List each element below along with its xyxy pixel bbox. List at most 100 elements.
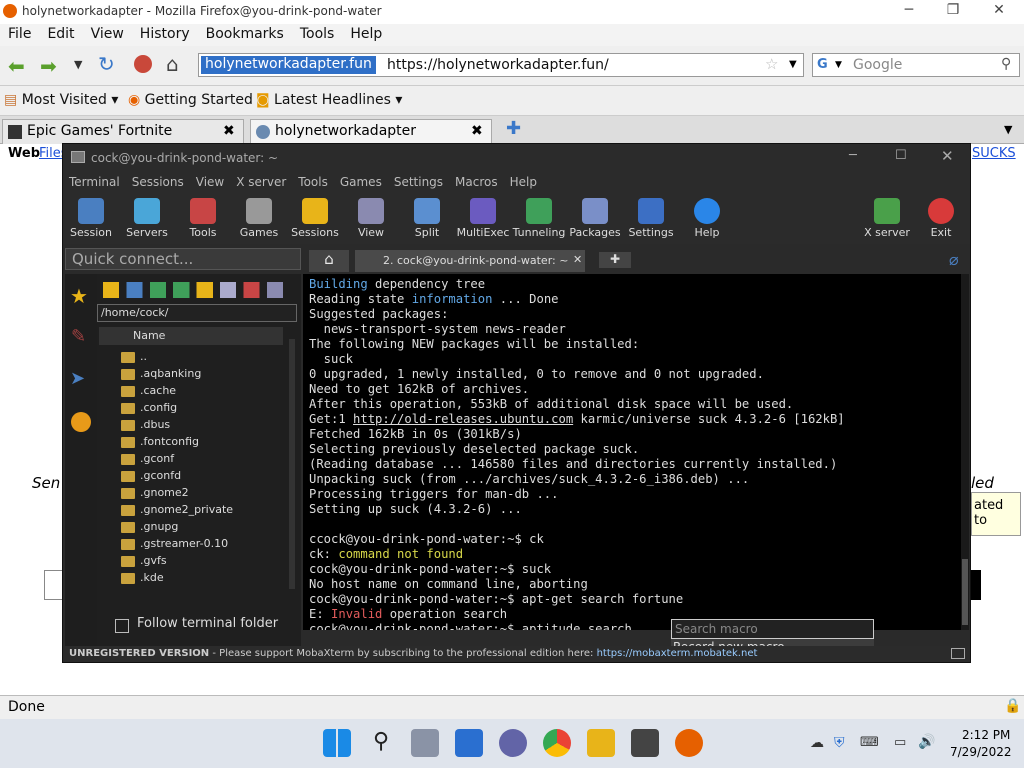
sessions-button[interactable]: Sessions	[287, 194, 343, 239]
new-tab-icon[interactable]: ✚	[506, 118, 521, 139]
terminal-tab-close-icon[interactable]: ✕	[573, 253, 582, 266]
settings-button[interactable]: Settings	[623, 194, 679, 239]
file-item[interactable]: .gstreamer-0.10	[121, 537, 228, 554]
home-tab-icon[interactable]: ⌂	[309, 250, 349, 272]
tools-button[interactable]: Tools	[175, 194, 231, 239]
quick-connect-input[interactable]: Quick connect...	[65, 248, 301, 270]
moba-menu-macros[interactable]: Macros	[449, 172, 504, 189]
back-icon[interactable]: ⬅	[8, 54, 25, 78]
sessions-star-icon[interactable]: ★	[70, 284, 88, 308]
minimize-icon[interactable]: ─	[895, 2, 923, 18]
url-bar[interactable]: holynetworkadapter.fun https://holynetwo…	[198, 53, 804, 77]
split-button[interactable]: Split	[399, 194, 455, 239]
menu-view[interactable]: View	[83, 24, 132, 42]
close-icon[interactable]: ✕	[985, 2, 1013, 18]
moba-menu-sessions[interactable]: Sessions	[126, 172, 190, 189]
moba-menu-help[interactable]: Help	[504, 172, 543, 189]
mobaxterm-taskbar-icon[interactable]	[631, 729, 659, 757]
file-item[interactable]: .config	[121, 401, 177, 418]
sftp-side-icon[interactable]	[71, 412, 91, 432]
multiexec-button[interactable]: MultiExec	[455, 194, 511, 239]
moba-menu-xserver[interactable]: X server	[230, 172, 292, 189]
task-view-icon[interactable]	[411, 729, 439, 757]
moba-menu-terminal[interactable]: Terminal	[63, 172, 126, 189]
file-item[interactable]: .fontconfig	[121, 435, 199, 452]
view-button[interactable]: View	[343, 194, 399, 239]
clock-time[interactable]: 2:12 PM	[962, 728, 1010, 742]
file-item[interactable]: .aqbanking	[121, 367, 201, 384]
path-input[interactable]: /home/cock/	[97, 304, 297, 322]
stop-icon[interactable]	[134, 55, 152, 73]
bookmark-star-icon[interactable]: ☆	[765, 55, 778, 73]
tab-close-icon[interactable]: ✖	[223, 123, 235, 139]
firefox-taskbar-icon[interactable]	[675, 729, 703, 757]
macros-side-icon[interactable]: ➤	[70, 368, 85, 389]
terminal-scroll-thumb[interactable]	[962, 559, 968, 625]
file-item[interactable]: .cache	[121, 384, 176, 401]
network-icon[interactable]: ▭	[894, 735, 906, 750]
search-icon[interactable]: ⚲	[367, 729, 395, 757]
moba-menu-view[interactable]: View	[190, 172, 230, 189]
bookmark-most-visited[interactable]: ▤ Most Visited ▾	[4, 92, 118, 108]
exit-button[interactable]: Exit	[913, 194, 969, 239]
search-engine-dropdown-icon[interactable]: ▼	[835, 60, 842, 70]
moba-menu-games[interactable]: Games	[334, 172, 388, 189]
menu-history[interactable]: History	[132, 24, 198, 42]
file-item[interactable]: ..	[121, 350, 147, 367]
follow-terminal-checkbox[interactable]: Follow terminal folder	[115, 616, 295, 636]
sftp-toolbar-icons[interactable]	[103, 282, 283, 298]
menu-tools[interactable]: Tools	[292, 24, 343, 42]
clock-date[interactable]: 7/29/2022	[950, 745, 1012, 759]
macro-search-input[interactable]: Search macro	[671, 619, 874, 639]
file-item[interactable]: .gnome2	[121, 486, 189, 503]
page-sucks-link[interactable]: SUCKS	[972, 146, 1016, 161]
teams-icon[interactable]	[499, 729, 527, 757]
search-icon[interactable]: ⚲	[1001, 56, 1011, 72]
moba-maximize-icon[interactable]: ☐	[895, 148, 907, 163]
tab-fortnite[interactable]: Epic Games' Fortnite ✖	[2, 119, 244, 144]
file-list-scrollbar[interactable]	[289, 339, 295, 589]
fullscreen-icon[interactable]	[951, 648, 965, 659]
search-input[interactable]: Google	[853, 57, 902, 73]
home-icon[interactable]: ⌂	[166, 52, 179, 76]
moba-minimize-icon[interactable]: ─	[849, 148, 857, 163]
file-explorer-icon[interactable]	[587, 729, 615, 757]
moba-close-icon[interactable]: ✕	[941, 147, 954, 165]
games-button[interactable]: Games	[231, 194, 287, 239]
help-button[interactable]: Help	[679, 194, 735, 239]
moba-menu-tools[interactable]: Tools	[292, 172, 334, 189]
packages-button[interactable]: Packages	[567, 194, 623, 239]
search-bar[interactable]: G ▼ Google ⚲	[812, 53, 1020, 77]
file-item[interactable]: .gvfs	[121, 554, 167, 571]
moba-menu-settings[interactable]: Settings	[388, 172, 449, 189]
maximize-icon[interactable]: ❐	[939, 2, 967, 18]
chrome-icon[interactable]	[543, 729, 571, 757]
xserver-button[interactable]: X server	[859, 194, 915, 239]
mobaxterm-link[interactable]: https://mobaxterm.mobatek.net	[597, 648, 758, 659]
forward-icon[interactable]: ➡	[40, 54, 57, 78]
tools-side-icon[interactable]: ✎	[71, 326, 86, 347]
url-dropdown-icon[interactable]: ▼	[789, 59, 797, 70]
start-icon[interactable]	[323, 729, 351, 757]
tunneling-button[interactable]: Tunneling	[511, 194, 567, 239]
terminal-scrollbar[interactable]	[961, 274, 969, 630]
file-item[interactable]: .gconfd	[121, 469, 181, 486]
file-item[interactable]: .gnome2_private	[121, 503, 233, 520]
new-terminal-tab-icon[interactable]: ✚	[599, 252, 631, 268]
servers-button[interactable]: Servers	[119, 194, 175, 239]
menu-edit[interactable]: Edit	[39, 24, 82, 42]
menu-file[interactable]: File	[0, 24, 39, 42]
file-item[interactable]: .gconf	[121, 452, 174, 469]
tab-close-icon[interactable]: ✖	[471, 123, 483, 139]
file-list-header[interactable]: Name	[99, 327, 283, 345]
widgets-icon[interactable]	[455, 729, 483, 757]
bookmark-getting-started[interactable]: ◉ Getting Started	[128, 92, 253, 108]
defender-icon[interactable]: ⛨	[834, 735, 845, 751]
tab-holynetworkadapter[interactable]: holynetworkadapter ✖	[250, 119, 492, 144]
volume-icon[interactable]: 🔊	[918, 734, 935, 750]
tab-list-icon[interactable]: ▼	[1004, 123, 1012, 136]
session-button[interactable]: Session	[63, 194, 119, 239]
attachment-icon[interactable]: ⌀	[949, 250, 959, 269]
menu-help[interactable]: Help	[342, 24, 390, 42]
terminal-tab[interactable]: 2. cock@you-drink-pond-water: ~ ✕	[355, 250, 585, 272]
